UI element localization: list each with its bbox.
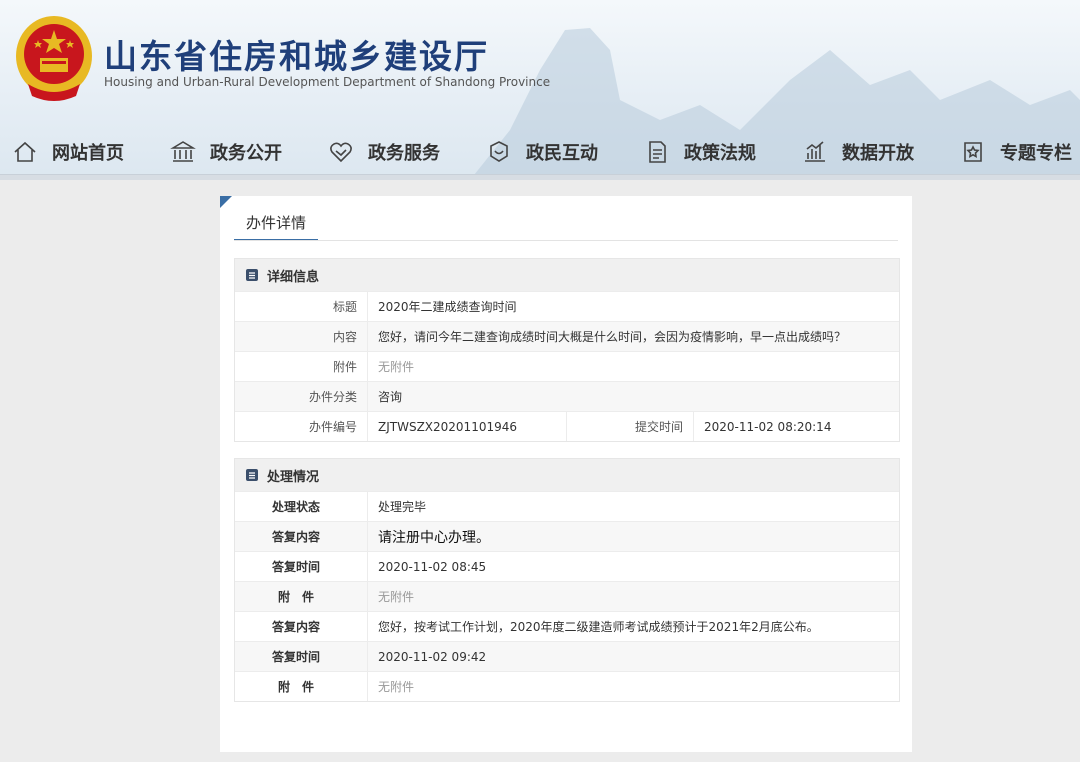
nav-item-label: 政民互动 xyxy=(526,143,598,164)
nav-item-label: 数据开放 xyxy=(842,143,914,164)
field-label: 提交时间 xyxy=(567,412,694,441)
field-value: ZJTWSZX20201101946 xyxy=(368,412,567,441)
nav-item-label: 网站首页 xyxy=(52,143,124,164)
table-row: 标题 2020年二建成绩查询时间 xyxy=(235,291,899,321)
field-label: 办件编号 xyxy=(235,412,368,441)
nav-item-label: 专题专栏 xyxy=(1000,143,1072,164)
field-label: 答复时间 xyxy=(235,552,368,581)
table-row: 答复时间 2020-11-02 08:45 xyxy=(235,551,899,581)
detail-info-section: 详细信息 标题 2020年二建成绩查询时间 内容 您好，请问今年二建查询成绩时间… xyxy=(234,258,900,442)
tab-divider xyxy=(234,240,898,241)
corner-decoration xyxy=(220,196,232,208)
interaction-icon xyxy=(490,141,508,162)
field-label: 标题 xyxy=(235,292,368,321)
nav-item-interaction[interactable]: 政民互动 xyxy=(486,128,598,176)
table-row: 办件编号 ZJTWSZX20201101946 提交时间 2020-11-02 … xyxy=(235,411,899,441)
table-row: 答复内容 您好，按考试工作计划，2020年度二级建造师考试成绩预计于2021年2… xyxy=(235,611,899,641)
processing-section: 处理情况 处理状态 处理完毕 答复内容 请注册中心办理。 答复时间 2020-1… xyxy=(234,458,900,702)
document-icon xyxy=(649,141,666,163)
list-icon xyxy=(246,469,258,481)
field-label: 答复内容 xyxy=(235,522,368,551)
section-header: 处理情况 xyxy=(235,459,899,491)
table-row: 处理状态 处理完毕 xyxy=(235,491,899,521)
tab-case-details[interactable]: 办件详情 xyxy=(234,212,319,241)
section-header: 详细信息 xyxy=(235,259,899,291)
topic-icon xyxy=(964,142,982,162)
nav-item-gov-affairs[interactable]: 政务公开 xyxy=(170,128,282,176)
nav-item-label: 政策法规 xyxy=(684,143,756,164)
main-nav: 网站首页 政务公开 政务服务 政民互动 政策法规 数据开放 专题专栏 xyxy=(0,128,1080,176)
table-row: 附 件 无附件 xyxy=(235,581,899,611)
table-row: 办件分类 咨询 xyxy=(235,381,899,411)
nav-item-topics[interactable]: 专题专栏 xyxy=(960,128,1072,176)
site-title: 山东省住房和城乡建设厅 xyxy=(104,37,489,76)
service-heart-icon xyxy=(330,142,352,163)
home-icon xyxy=(14,141,36,162)
field-value: 无附件 xyxy=(378,590,415,604)
data-chart-icon xyxy=(805,141,825,162)
government-building-icon xyxy=(170,141,196,162)
field-value: 无附件 xyxy=(378,360,415,374)
nav-divider xyxy=(0,174,1080,180)
nav-item-label: 政务公开 xyxy=(210,143,282,164)
field-value: 您好，请问今年二建查询成绩时间大概是什么时间，会因为疫情影响，早一点出成绩吗？ xyxy=(378,330,847,344)
table-row: 内容 您好，请问今年二建查询成绩时间大概是什么时间，会因为疫情影响，早一点出成绩… xyxy=(235,321,899,351)
field-label: 附件 xyxy=(235,352,368,381)
nav-item-gov-services[interactable]: 政务服务 xyxy=(328,128,440,176)
table-row: 附 件 无附件 xyxy=(235,671,899,701)
field-label: 附 件 xyxy=(235,672,368,701)
field-label: 答复内容 xyxy=(235,612,368,641)
site-subtitle: Housing and Urban-Rural Development Depa… xyxy=(104,75,551,89)
nav-item-home[interactable]: 网站首页 xyxy=(12,128,124,176)
section-title: 详细信息 xyxy=(267,269,320,285)
field-value: 2020年二建成绩查询时间 xyxy=(378,300,517,314)
nav-item-policy[interactable]: 政策法规 xyxy=(644,128,756,176)
table-row: 答复时间 2020-11-02 09:42 xyxy=(235,641,899,671)
field-label: 处理状态 xyxy=(235,492,368,521)
field-value: 无附件 xyxy=(378,680,415,694)
field-value: 您好，按考试工作计划，2020年度二级建造师考试成绩预计于2021年2月底公布。 xyxy=(378,620,819,634)
case-detail-panel: 办件详情 详细信息 标题 2020年二建成绩查询时间 内容 您好，请问今年二建查… xyxy=(220,196,912,752)
section-title: 处理情况 xyxy=(267,469,320,485)
field-label: 附 件 xyxy=(235,582,368,611)
field-label: 办件分类 xyxy=(235,382,368,411)
nav-item-label: 政务服务 xyxy=(368,143,440,164)
field-value: 请注册中心办理。 xyxy=(378,529,490,546)
table-row: 答复内容 请注册中心办理。 xyxy=(235,521,899,551)
field-label: 答复时间 xyxy=(235,642,368,671)
field-value: 2020-11-02 08:45 xyxy=(378,559,487,574)
field-value: 2020-11-02 09:42 xyxy=(378,649,487,664)
field-value: 处理完毕 xyxy=(378,500,427,514)
table-row: 附件 无附件 xyxy=(235,351,899,381)
national-emblem-logo xyxy=(16,16,92,101)
site-header: 山东省住房和城乡建设厅 Housing and Urban-Rural Deve… xyxy=(0,0,1080,180)
field-value: 咨询 xyxy=(378,390,403,404)
nav-item-open-data[interactable]: 数据开放 xyxy=(802,128,914,176)
list-icon xyxy=(246,269,258,281)
field-label: 内容 xyxy=(235,322,368,351)
field-value: 2020-11-02 08:20:14 xyxy=(704,419,832,434)
